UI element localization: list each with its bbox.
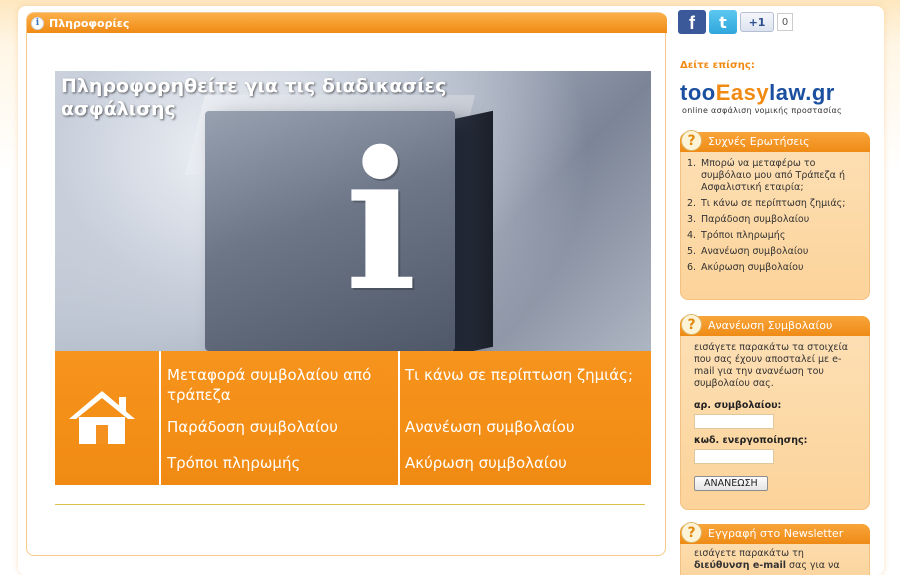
question-icon: ? [681, 130, 702, 151]
faq-item[interactable]: 6. Ακύρωση συμβολαίου [687, 262, 863, 274]
renewal-box: ? Ανανέωση Συμβολαίου εισάγετε παρακάτω … [680, 314, 870, 510]
plus-one-count: 0 [777, 13, 793, 31]
menu-link-policy-cancellation[interactable]: Ακύρωση συμβολαίου [405, 453, 645, 473]
info-banner: i Πληροφορηθείτε για τις διαδικασίες ασφ… [55, 71, 651, 485]
menu-link-transfer-policy[interactable]: Μεταφορά συμβολαίου από τράπεζα [167, 365, 395, 405]
menu-link-policy-delivery[interactable]: Παράδοση συμβολαίου [167, 417, 395, 437]
faq-header: ? Συχνές Ερωτήσεις [680, 130, 870, 152]
faq-list: 1. Μπορώ να μεταφέρω το συμβόλαιο μου από… [681, 152, 869, 274]
newsletter-header: ? Εγγραφή στο Newsletter [680, 522, 870, 544]
facebook-icon[interactable]: f [678, 10, 706, 34]
info-icon: i [31, 16, 44, 30]
twitter-icon[interactable]: t [709, 10, 737, 34]
menu-link-payment-methods[interactable]: Τρόποι πληρωμής [167, 453, 395, 473]
newsletter-box: ? Εγγραφή στο Newsletter εισάγετε παρακά… [680, 522, 870, 575]
faq-item[interactable]: 4. Τρόποι πληρωμής [687, 230, 863, 242]
activation-code-input[interactable] [694, 449, 774, 464]
faq-item[interactable]: 2. Τι κάνω σε περίπτωση ζημιάς; [687, 198, 863, 210]
tooeasylaw-logo[interactable]: tooEasylaw.gr online ασφάλιση νομικής πρ… [680, 80, 870, 120]
social-buttons: f t +1 0 [678, 10, 793, 34]
menu-link-damage-case[interactable]: Τι κάνω σε περίπτωση ζημιάς; [405, 365, 645, 385]
newsletter-line2-rest: σας για να [786, 560, 840, 571]
logo-tagline: online ασφάλιση νομικής προστασίας [682, 106, 843, 115]
info-cube-icon: i [344, 110, 418, 333]
banner-title: Πληροφορηθείτε για τις διαδικασίες ασφάλ… [61, 75, 447, 120]
renewal-header: ? Ανανέωση Συμβολαίου [680, 314, 870, 336]
newsletter-title: Εγγραφή στο Newsletter [708, 527, 844, 540]
banner-menu: Μεταφορά συμβολαίου από τράπεζα Παράδοση… [55, 351, 651, 485]
main-panel: i Πληροφορίες i Πληροφορηθείτε για τις δ… [26, 12, 667, 556]
logo-part-easy: Easy [715, 80, 770, 105]
cube-graphic-side [453, 110, 493, 356]
menu-divider [159, 351, 161, 485]
question-icon: ? [681, 314, 702, 335]
renew-button[interactable]: ΑΝΑΝΕΩΣΗ [694, 476, 768, 491]
question-icon: ? [681, 522, 702, 543]
renewal-title: Ανανέωση Συμβολαίου [708, 319, 833, 332]
logo-part-too: too [680, 80, 716, 105]
newsletter-line1: εισάγετε παρακάτω τη [694, 548, 804, 559]
policy-number-input[interactable] [694, 414, 774, 429]
faq-item[interactable]: 5. Ανανέωση συμβολαίου [687, 246, 863, 258]
faq-title: Συχνές Ερωτήσεις [708, 135, 810, 148]
main-panel-title: Πληροφορίες [49, 16, 130, 30]
main-panel-header: i Πληροφορίες [27, 13, 667, 33]
renewal-description: εισάγετε παρακάτω τα στοιχεία που σας έχ… [694, 342, 848, 389]
activation-code-label: κωδ. ενεργοποίησης: [694, 435, 808, 446]
faq-box: ? Συχνές Ερωτήσεις 1. Μπορώ να μεταφέρω τ… [680, 130, 870, 300]
menu-link-policy-renewal[interactable]: Ανανέωση συμβολαίου [405, 417, 645, 437]
menu-divider [398, 351, 400, 485]
home-icon[interactable] [67, 387, 137, 447]
faq-item[interactable]: 3. Παράδοση συμβολαίου [687, 214, 863, 226]
newsletter-line2: διεύθυνση e-mail σας για να [694, 560, 861, 572]
newsletter-email-emphasis: διεύθυνση e-mail [694, 560, 787, 571]
divider-line [55, 504, 645, 505]
policy-number-label: αρ. συμβολαίου: [694, 400, 782, 411]
faq-item[interactable]: 1. Μπορώ να μεταφέρω το συμβόλαιο μου από… [687, 158, 863, 194]
logo-part-law: law.gr [769, 80, 835, 105]
see-also-label: Δείτε επίσης: [680, 60, 755, 71]
google-plus-one-button[interactable]: +1 [740, 12, 774, 32]
